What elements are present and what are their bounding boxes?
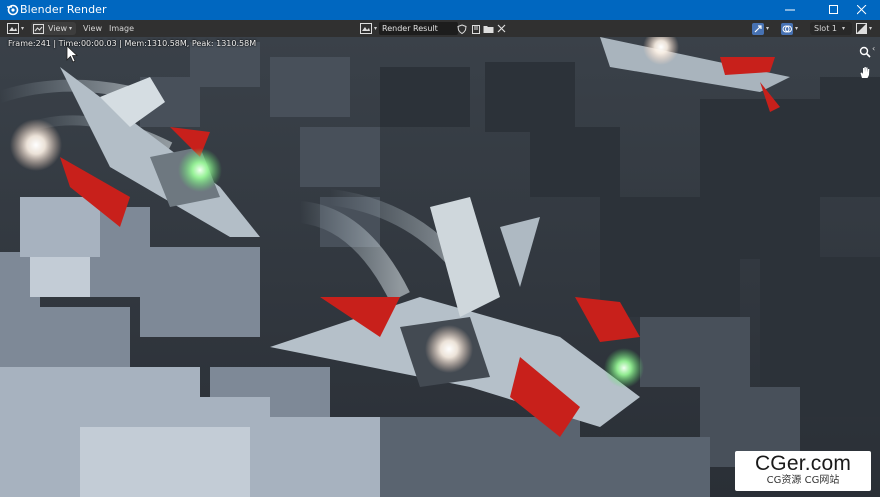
close-icon xyxy=(857,5,867,15)
chevron-down-icon: ▾ xyxy=(374,25,378,32)
chevron-down-icon: ▾ xyxy=(795,25,799,32)
overlay-icon xyxy=(781,22,793,35)
fake-user-button[interactable] xyxy=(457,22,467,35)
chevron-down-icon: ▾ xyxy=(869,25,873,32)
maximize-icon xyxy=(829,5,838,14)
menu-image[interactable]: Image xyxy=(107,22,136,35)
image-browse-icon xyxy=(360,23,372,34)
chevron-left-icon: ‹ xyxy=(872,44,876,53)
window-title: Blender Render xyxy=(20,3,107,16)
open-folder-icon xyxy=(483,25,494,33)
unlink-icon xyxy=(497,24,506,33)
overlay-toggle[interactable]: ▾ xyxy=(781,22,798,35)
slot-dropdown[interactable]: Slot 1 ▾ xyxy=(810,22,852,35)
render-result-image xyxy=(0,37,880,497)
open-image-button[interactable] xyxy=(483,22,494,35)
slot-label: Slot 1 xyxy=(814,24,837,33)
pan-navigation-button[interactable] xyxy=(858,65,872,79)
view-mode-icon xyxy=(33,23,44,34)
minimize-button[interactable] xyxy=(772,0,808,20)
gizmo-toggle[interactable]: ▾ xyxy=(752,22,769,35)
window-titlebar: Blender Render xyxy=(0,0,880,20)
unlink-image-button[interactable] xyxy=(497,22,506,35)
editor-type-selector[interactable]: ▾ xyxy=(7,22,24,35)
minimize-icon xyxy=(785,9,795,11)
render-viewport[interactable] xyxy=(0,37,880,497)
image-name-field[interactable]: Render Result xyxy=(379,22,458,35)
image-editor-icon xyxy=(7,23,19,34)
watermark-logo: CGer.com xyxy=(754,452,852,475)
chevron-down-icon: ▾ xyxy=(68,25,72,32)
view-mode-label: View xyxy=(48,24,67,33)
new-image-icon xyxy=(472,24,480,34)
blender-icon xyxy=(7,4,19,16)
close-button[interactable] xyxy=(844,0,880,20)
mouse-cursor-icon xyxy=(66,45,78,63)
menu-view[interactable]: View xyxy=(81,22,104,35)
new-image-button[interactable] xyxy=(471,22,481,35)
zoom-navigation-button[interactable] xyxy=(858,45,872,59)
zoom-icon xyxy=(859,46,871,58)
display-channels-dropdown[interactable]: ▾ xyxy=(856,22,872,35)
image-editor-header: ▾ View ▾ View Image ▾ Render Result ▾ ▾ … xyxy=(0,20,880,37)
display-channels-icon xyxy=(856,23,867,34)
chevron-down-icon: ▾ xyxy=(21,25,25,32)
watermark-subtitle: CG资源 CG网站 xyxy=(766,475,840,486)
chevron-down-icon: ▾ xyxy=(841,25,845,32)
gizmo-icon xyxy=(752,22,764,35)
chevron-down-icon: ▾ xyxy=(766,25,770,32)
site-watermark: CGer.com CG资源 CG网站 xyxy=(735,451,871,491)
hand-pan-icon xyxy=(860,66,870,78)
fake-user-icon xyxy=(457,23,467,34)
sidebar-collapse-toggle[interactable]: ‹ xyxy=(872,44,875,53)
render-stats: Frame:241 | Time:00:00.03 | Mem:1310.58M… xyxy=(8,39,257,48)
image-browse-button[interactable]: ▾ xyxy=(360,22,377,35)
view-mode-dropdown[interactable]: View ▾ xyxy=(31,22,76,35)
